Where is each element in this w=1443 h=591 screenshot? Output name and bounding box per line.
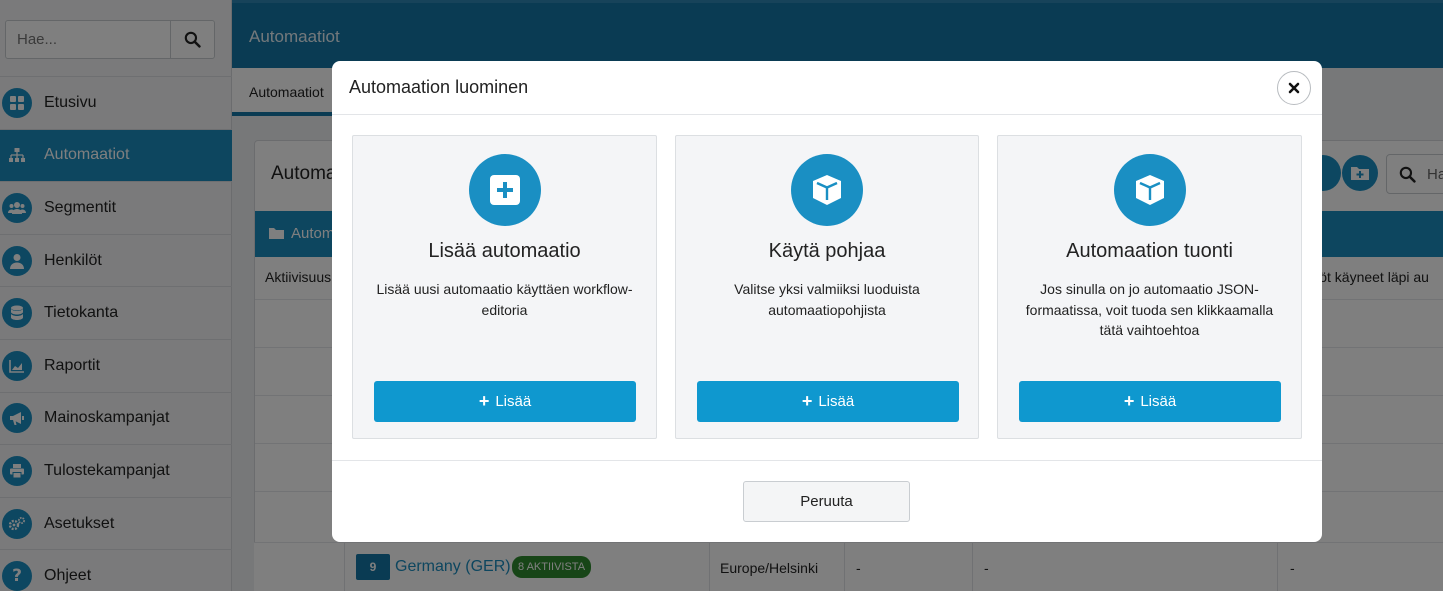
close-icon: [1288, 82, 1300, 94]
plus-icon: +: [801, 391, 813, 411]
cube-icon: [1113, 154, 1186, 226]
modal-title: Automaation luominen: [349, 77, 529, 97]
import-automation-button[interactable]: + Lisää: [1019, 381, 1281, 422]
card-title: Automaation tuonti: [1066, 240, 1233, 262]
plus-icon: +: [1123, 391, 1135, 411]
button-label: Lisää: [1140, 393, 1177, 410]
card-description: Valitse yksi valmiiksi luoduista automaa…: [734, 281, 920, 318]
button-label: Lisää: [495, 393, 532, 410]
modal-footer-divider: [332, 460, 1322, 461]
card-import-automation: Automaation tuonti Jos sinulla on jo aut…: [997, 135, 1302, 439]
card-add-automation: Lisää automaatio Lisää uusi automaatio k…: [352, 135, 657, 439]
card-description: Lisää uusi automaatio käyttäen workflow-…: [376, 281, 633, 318]
card-title: Käytä pohjaa: [768, 240, 886, 262]
create-automation-modal: Automaation luominen Lisää automaatio Li…: [332, 61, 1322, 542]
card-use-template: Käytä pohjaa Valitse yksi valmiiksi luod…: [675, 135, 979, 439]
cancel-button[interactable]: Peruuta: [743, 481, 910, 522]
cube-icon: [791, 154, 863, 226]
add-automation-button[interactable]: + Lisää: [374, 381, 636, 422]
use-template-button[interactable]: + Lisää: [697, 381, 959, 422]
modal-header-divider: [332, 114, 1322, 115]
button-label: Lisää: [818, 393, 855, 410]
close-button[interactable]: [1277, 71, 1311, 105]
card-description: Jos sinulla on jo automaatio JSON-formaa…: [1025, 281, 1274, 338]
card-title: Lisää automaatio: [428, 240, 581, 262]
plus-square-icon: [468, 154, 541, 226]
plus-icon: +: [478, 391, 490, 411]
